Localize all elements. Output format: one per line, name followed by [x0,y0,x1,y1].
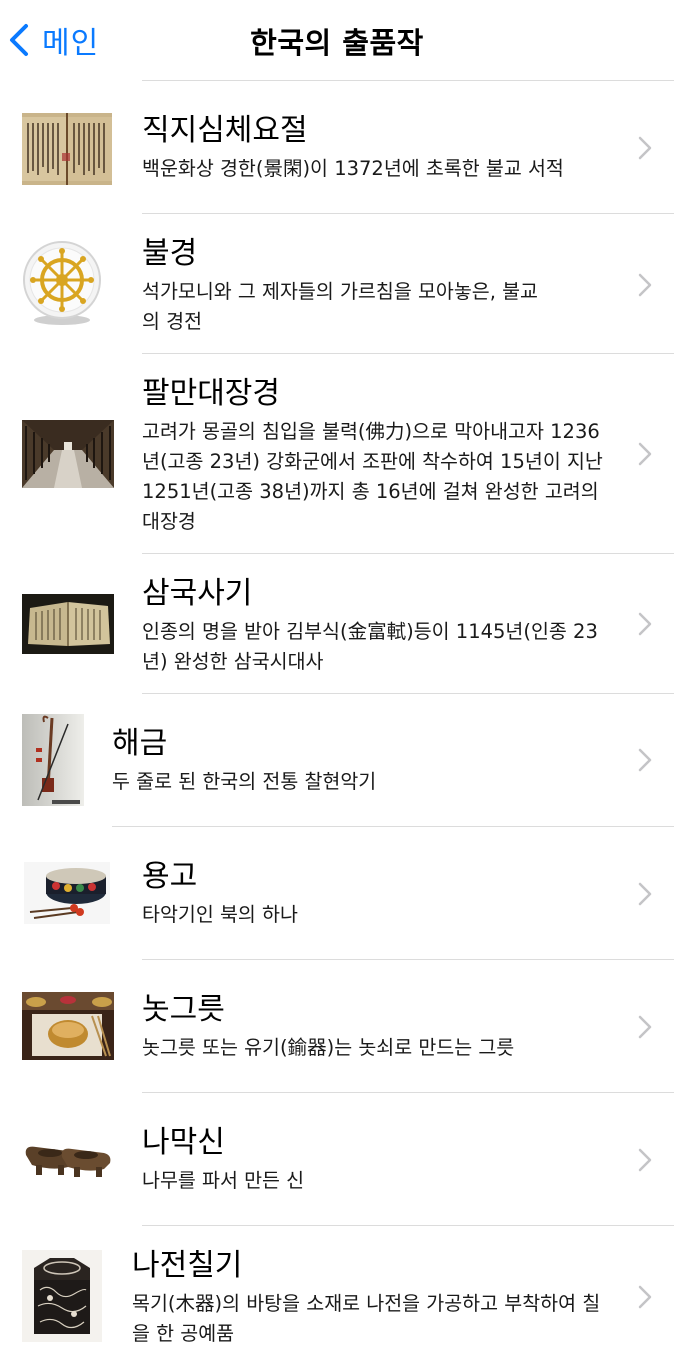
item-title: 팔만대장경 [142,376,280,411]
item-title: 나막신 [142,1125,225,1160]
jikji-image [22,113,112,185]
item-subtitle: 백운화상 경한(景閑)이 1372년에 초록한 불교 서적 [142,157,564,180]
najeon-chilgi-image [22,1250,102,1342]
list-item-text: 나전칠기 목기(木器)의 바탕을 소재로 나전을 가공하고 부착하여 칠을 한 … [132,1246,612,1349]
chevron-right-icon [638,1285,652,1309]
item-title: 용고 [142,859,198,894]
brassware-image [22,992,114,1060]
chevron-right-icon [638,273,652,297]
item-subtitle: 타악기인 북의 하나 [142,903,298,926]
chevron-right-icon [638,136,652,160]
item-title: 해금 [112,726,168,761]
item-subtitle: 나무를 파서 만든 신 [142,1169,305,1192]
wooden-shoes-image [22,1131,114,1187]
list-item-text: 팔만대장경 고려가 몽골의 침입을 불력(佛力)으로 막아내고자 1236년(고… [142,374,612,537]
list-item-bulgyeong[interactable]: 불경 석가모니와 그 제자들의 가르침을 모아놓은, 불교의 경전 [0,214,674,354]
yonggo-drum-image [24,862,110,924]
item-subtitle: 놋그릇 또는 유기(鍮器)는 놋쇠로 만드는 그릇 [142,1036,515,1059]
item-title: 놋그릇 [142,992,225,1027]
chevron-right-icon [638,612,652,636]
list-item-text: 나막신 나무를 파서 만든 신 [142,1123,612,1196]
list-item-text: 직지심체요절 백운화상 경한(景閑)이 1372년에 초록한 불교 서적 [142,111,612,184]
list-item-text: 놋그릇 놋그릇 또는 유기(鍮器)는 놋쇠로 만드는 그릇 [142,990,612,1063]
item-subtitle: 두 줄로 된 한국의 전통 찰현악기 [112,770,377,793]
item-subtitle: 고려가 몽골의 침입을 불력(佛力)으로 막아내고자 1236년(고종 23년)… [142,420,603,533]
navigation-bar: 메인 한국의 출품작 [0,0,674,80]
item-title: 삼국사기 [142,576,253,611]
list-item-yonggo[interactable]: 용고 타악기인 북의 하나 [0,827,674,960]
item-subtitle: 석가모니와 그 제자들의 가르침을 모아놓은, 불교의 경전 [142,280,538,333]
list-item-namaksin[interactable]: 나막신 나무를 파서 만든 신 [0,1093,674,1226]
list-item-najeon-chilgi[interactable]: 나전칠기 목기(木器)의 바탕을 소재로 나전을 가공하고 부착하여 칠을 한 … [0,1226,674,1354]
list-item-text: 용고 타악기인 북의 하나 [142,857,612,930]
page-title: 한국의 출품작 [250,26,424,60]
item-subtitle: 인종의 명을 받아 김부식(金富軾)등이 1145년(인종 23년) 완성한 삼… [142,620,598,673]
list-item-notgeureut[interactable]: 놋그릇 놋그릇 또는 유기(鍮器)는 놋쇠로 만드는 그릇 [0,960,674,1093]
list-item-text: 해금 두 줄로 된 한국의 전통 찰현악기 [112,724,612,797]
list-item-samguk-sagi[interactable]: 삼국사기 인종의 명을 받아 김부식(金富軾)등이 1145년(인종 23년) … [0,554,674,694]
item-title: 직지심체요절 [142,113,308,148]
list-item-text: 삼국사기 인종의 명을 받아 김부식(金富軾)등이 1145년(인종 23년) … [142,574,617,677]
chevron-right-icon [638,748,652,772]
chevron-right-icon [638,882,652,906]
tripitaka-storage-image [22,420,114,488]
list-item-palman-daejanggyeong[interactable]: 팔만대장경 고려가 몽골의 침입을 불력(佛力)으로 막아내고자 1236년(고… [0,354,674,554]
chevron-right-icon [638,1148,652,1172]
item-title: 나전칠기 [132,1248,243,1283]
item-title: 불경 [142,236,198,271]
samguk-sagi-image [22,594,114,654]
list-item-jikji[interactable]: 직지심체요절 백운화상 경한(景閑)이 1372년에 초록한 불교 서적 [0,81,674,214]
chevron-right-icon [638,442,652,466]
list-item-haegeum[interactable]: 해금 두 줄로 된 한국의 전통 찰현악기 [0,694,674,827]
haegeum-image [22,714,84,806]
dharma-wheel-image [22,236,102,326]
chevron-right-icon [638,1015,652,1039]
item-subtitle: 목기(木器)의 바탕을 소재로 나전을 가공하고 부착하여 칠을 한 공예품 [132,1292,601,1345]
list-item-text: 불경 석가모니와 그 제자들의 가르침을 모아놓은, 불교의 경전 [142,234,612,337]
